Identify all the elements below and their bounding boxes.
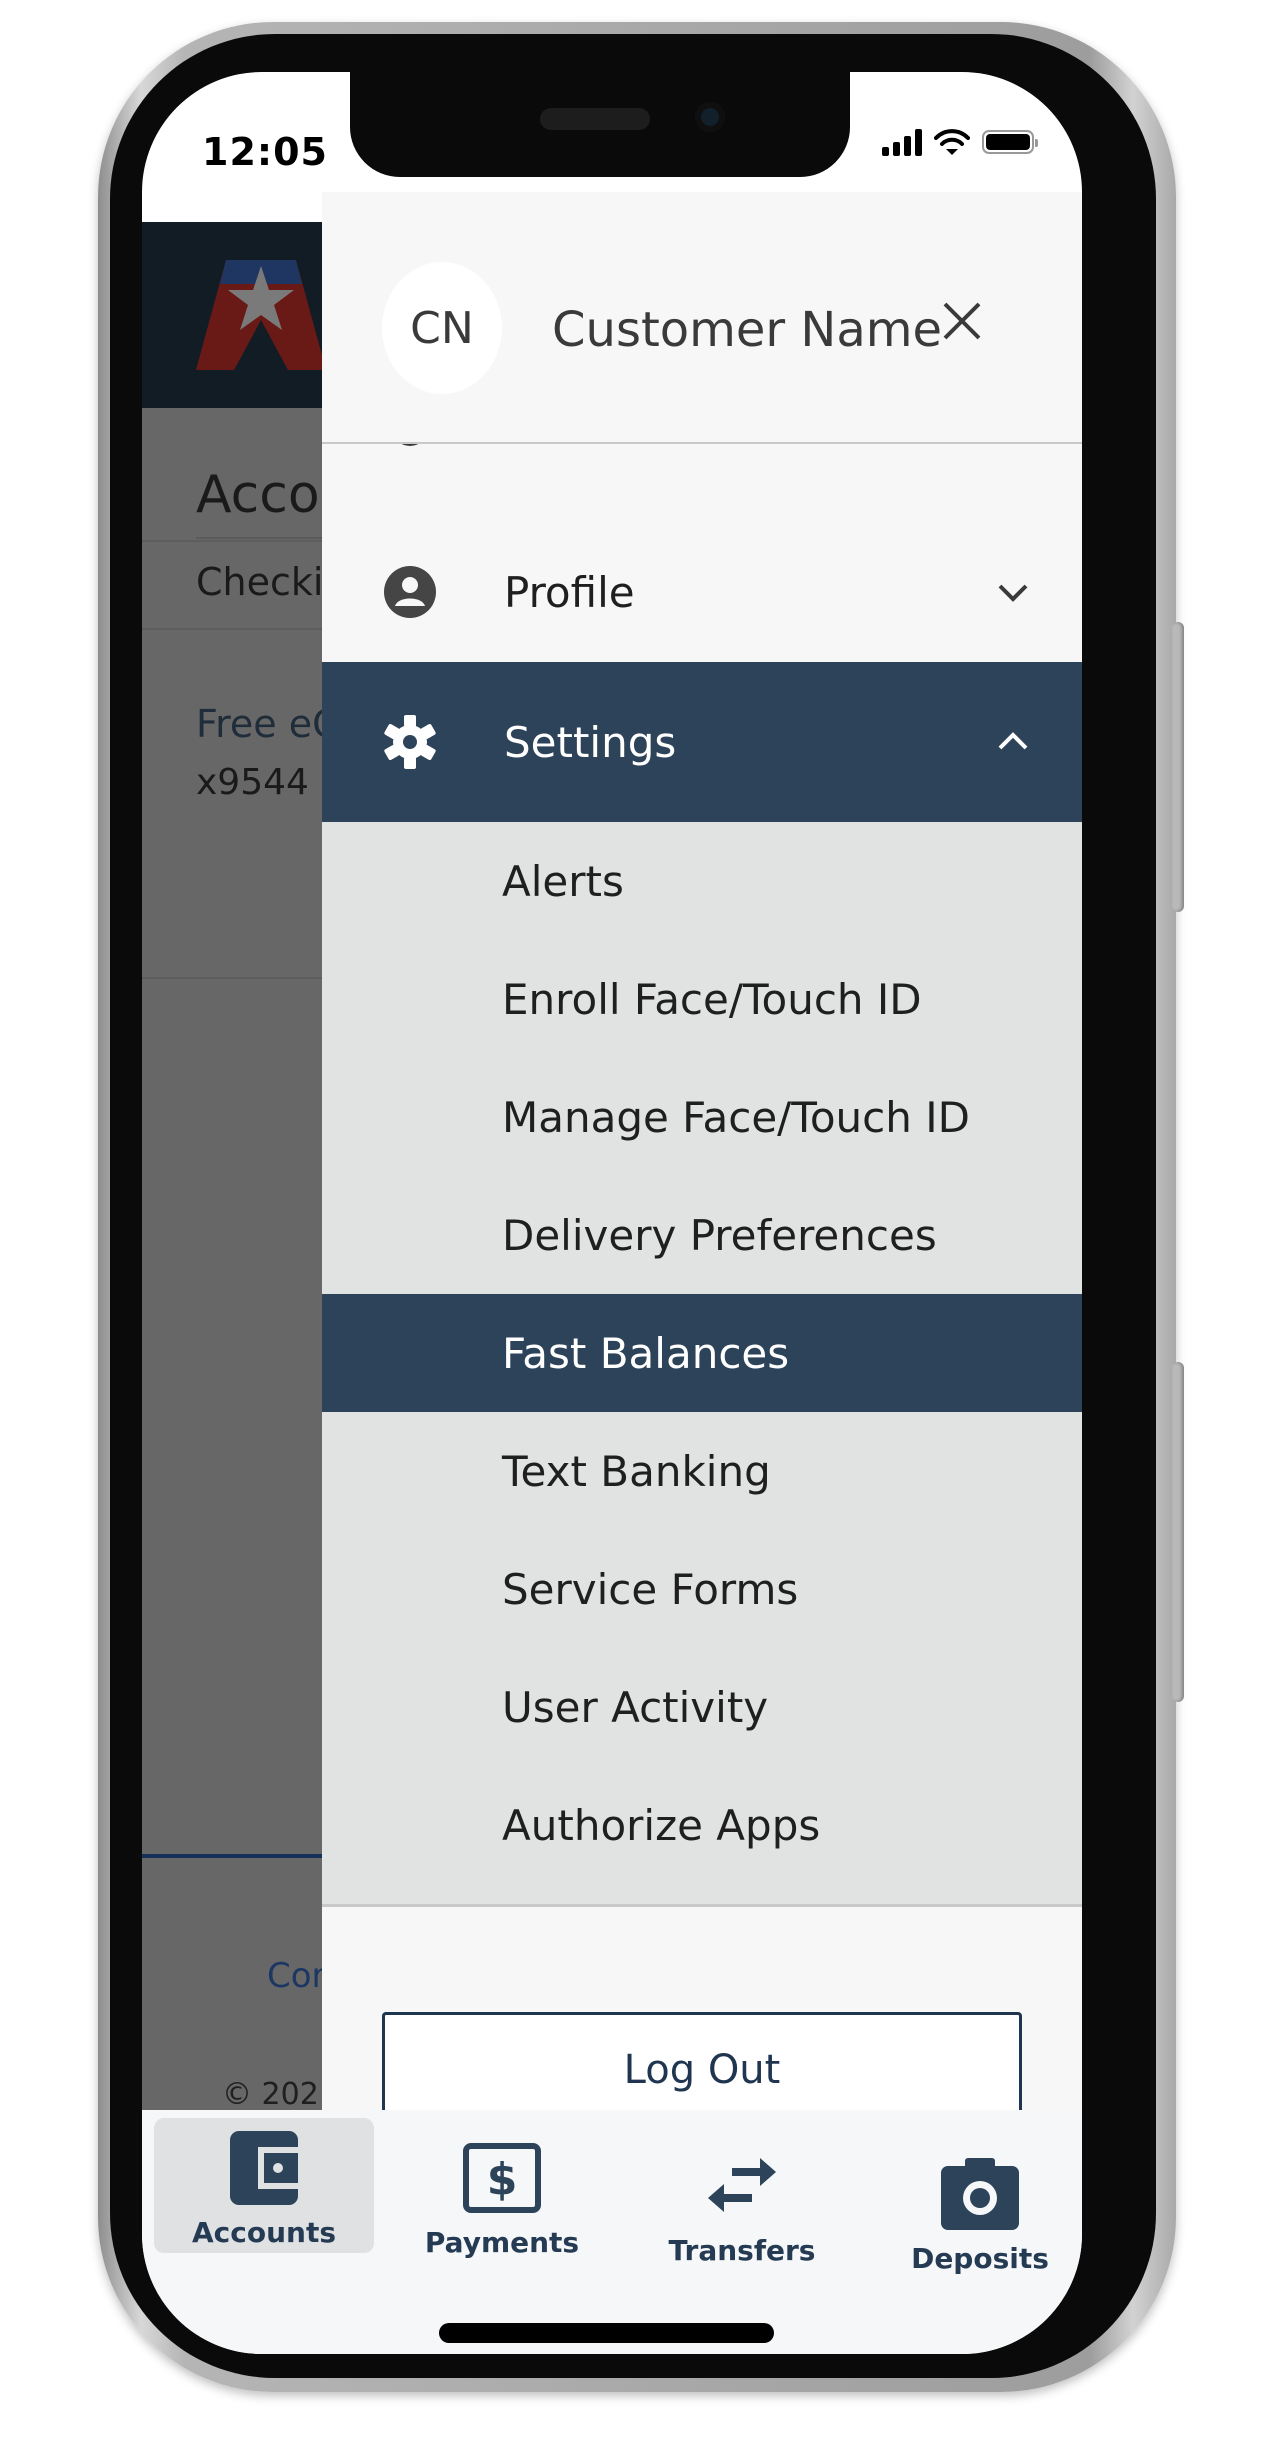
wallet-icon [219,2124,309,2212]
account-name[interactable]: Free eC [196,702,339,746]
menu-item-profile[interactable]: Profile [322,532,1082,652]
bottom-nav: Accounts $ Payments Transfers Deposits [142,2110,1082,2354]
submenu-item-text-banking[interactable]: Text Banking [322,1412,1082,1530]
chevron-up-icon [998,732,1028,750]
nav-accounts[interactable]: Accounts [154,2118,374,2253]
front-camera [695,102,725,132]
menu-item-clipped[interactable] [322,444,1082,458]
submenu-item-label: Fast Balances [502,1328,790,1378]
accounts-page-title: Acco [196,465,320,525]
submenu-item-user-activity[interactable]: User Activity [322,1648,1082,1766]
submenu-item-authorize-apps[interactable]: Authorize Apps [322,1766,1082,1884]
speaker-grille [540,108,650,130]
submenu-item-enroll-face-touch-id[interactable]: Enroll Face/Touch ID [322,940,1082,1058]
svg-text:$: $ [487,2154,518,2205]
home-indicator[interactable] [439,2323,774,2343]
customer-name: Customer Name [552,302,943,358]
chevron-down-icon [998,584,1028,602]
submenu-item-label: Manage Face/Touch ID [502,1092,970,1142]
nav-label: Payments [424,2226,580,2259]
submenu-item-manage-face-touch-id[interactable]: Manage Face/Touch ID [322,1058,1082,1176]
transfer-arrows-icon [697,2142,787,2230]
submenu-item-label: Enroll Face/Touch ID [502,974,922,1024]
menu-item-settings[interactable]: Settings [322,662,1082,822]
nav-label: Transfers [668,2234,816,2267]
menu-item-icon [382,444,438,456]
side-button-lower [1172,1362,1184,1702]
drawer-header: CN Customer Name [322,192,1082,444]
close-icon[interactable] [937,296,987,346]
nav-transfers[interactable]: Transfers [632,2136,852,2271]
nav-payments[interactable]: $ Payments [392,2128,612,2263]
user-circle-icon [382,564,438,620]
gear-icon [382,714,438,770]
dollar-bill-icon: $ [457,2134,547,2222]
nav-label: Deposits [911,2242,1049,2275]
notch [350,72,850,177]
submenu-item-label: Alerts [502,856,624,906]
menu-item-label: Profile [504,567,635,617]
settings-submenu: Alerts Enroll Face/Touch ID Manage Face/… [322,822,1082,1907]
submenu-item-label: Delivery Preferences [502,1210,937,1260]
cellular-signal-icon [882,128,922,156]
battery-icon [982,130,1038,154]
status-icons [882,128,1038,156]
submenu-item-alerts[interactable]: Alerts [322,822,1082,940]
side-button [1172,622,1184,912]
submenu-item-label: Authorize Apps [502,1800,821,1850]
bank-logo-icon [196,260,326,370]
phone-screen: Acco Checki Free eC x9544 Con © 2021 . 1… [142,72,1082,2354]
tab-checking[interactable]: Checki [196,560,323,604]
status-time: 12:05 [202,130,328,174]
nav-deposits[interactable]: Deposits [870,2144,1082,2279]
submenu-item-fast-balances[interactable]: Fast Balances [322,1294,1082,1412]
avatar: CN [382,262,502,394]
submenu-item-delivery-preferences[interactable]: Delivery Preferences [322,1176,1082,1294]
wifi-icon [934,129,970,155]
nav-label: Accounts [191,2216,337,2249]
account-number: x9544 [196,762,309,803]
submenu-item-label: Service Forms [502,1564,799,1614]
menu-item-label: Settings [504,717,677,767]
submenu-item-label: User Activity [502,1682,769,1732]
camera-icon [935,2150,1025,2238]
submenu-item-service-forms[interactable]: Service Forms [322,1530,1082,1648]
navigation-drawer: CN Customer Name Profile Settings Alerts… [322,192,1082,2182]
submenu-item-label: Text Banking [502,1446,771,1496]
